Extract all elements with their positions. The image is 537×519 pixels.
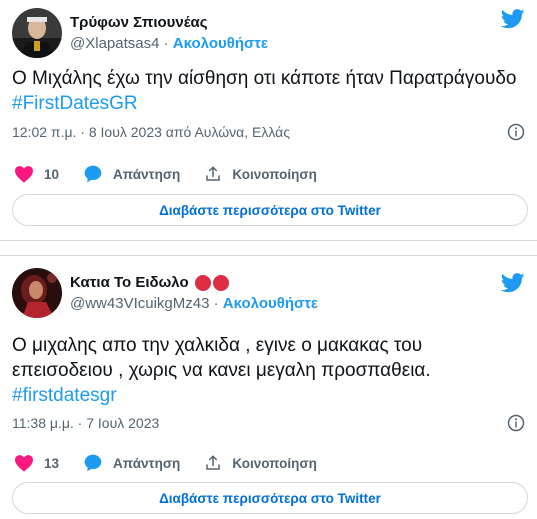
share-icon <box>206 166 221 181</box>
reply-label: Απάντηση <box>113 455 181 471</box>
user-handle[interactable]: @ww43VIcuikgMz43 <box>70 295 209 312</box>
heart-icon <box>15 166 33 183</box>
reply-button[interactable]: Απάντηση <box>83 164 180 184</box>
tweet-actions: 13 Απάντηση Κοινοποίηση <box>14 453 341 473</box>
tweet-text: Ο Μιχάλης έχω την αίσθηση οτι κάποτε ήτα… <box>12 66 525 116</box>
tweet-actions: 10 Απάντηση Κοινοποίηση <box>14 164 341 184</box>
read-more-button[interactable]: Διαβάστε περισσότερα στο Twitter <box>12 482 528 514</box>
tweet-card-1: Τρύφων Σπιουνέας @Xlapatsas4 · Ακολουθήσ… <box>0 0 537 241</box>
twitter-bird-icon[interactable] <box>501 9 525 29</box>
twitter-bird-icon[interactable] <box>501 273 525 293</box>
like-button[interactable]: 10 <box>14 165 59 183</box>
tweet-text-body: Ο μιχαλης απο την χαλκιδα , εγινε ο μακα… <box>12 335 431 381</box>
display-name[interactable]: Κατια Το Ειδωλο <box>70 273 318 293</box>
follow-button[interactable]: Ακολουθήστε <box>173 35 268 52</box>
tweet-timestamp[interactable]: 11:38 μ.μ. · 7 Ιουλ 2023 <box>12 415 159 431</box>
like-button[interactable]: 13 <box>14 454 59 472</box>
reply-bubble-icon <box>84 165 102 183</box>
hashtag-link[interactable]: #firstdatesgr <box>12 385 117 406</box>
avatar[interactable] <box>12 268 62 318</box>
reply-button[interactable]: Απάντηση <box>83 453 180 473</box>
share-icon <box>206 455 221 470</box>
share-label: Κοινοποίηση <box>232 455 317 471</box>
like-count: 10 <box>44 166 60 182</box>
share-button[interactable]: Κοινοποίηση <box>204 454 317 472</box>
red-circle-emoji <box>194 274 231 291</box>
info-icon[interactable] <box>507 123 525 141</box>
info-icon[interactable] <box>507 414 525 432</box>
handle-row: @ww43VIcuikgMz43 · Ακολουθήστε <box>70 294 318 314</box>
display-name-text[interactable]: Κατια Το Ειδωλο <box>70 273 189 293</box>
tweet-timestamp[interactable]: 12:02 π.μ. · 8 Ιουλ 2023 από Αυλώνα, Ελλ… <box>12 124 290 140</box>
share-label: Κοινοποίηση <box>232 166 317 182</box>
display-name-text[interactable]: Τρύφων Σπιουνέας <box>70 13 208 33</box>
tweet-text-body: Ο Μιχάλης έχω την αίσθηση οτι κάποτε ήτα… <box>12 68 517 89</box>
separator-dot: · <box>213 294 223 312</box>
tweet-card-2: Κατια Το Ειδωλο @ww43VIcuikgMz43 · Ακολο… <box>0 255 537 519</box>
avatar[interactable] <box>12 8 62 58</box>
handle-row: @Xlapatsas4 · Ακολουθήστε <box>70 34 268 54</box>
separator-dot: · <box>163 34 173 52</box>
heart-icon <box>15 455 33 472</box>
share-button[interactable]: Κοινοποίηση <box>204 165 317 183</box>
tweet-header: Κατια Το Ειδωλο @ww43VIcuikgMz43 · Ακολο… <box>12 268 318 318</box>
hashtag-link[interactable]: #FirstDatesGR <box>12 93 138 114</box>
reply-bubble-icon <box>84 454 102 472</box>
tweet-text: Ο μιχαλης απο την χαλκιδα , εγινε ο μακα… <box>12 333 525 408</box>
reply-label: Απάντηση <box>113 166 181 182</box>
follow-button[interactable]: Ακολουθήστε <box>223 295 318 312</box>
read-more-button[interactable]: Διαβάστε περισσότερα στο Twitter <box>12 194 528 226</box>
display-name[interactable]: Τρύφων Σπιουνέας <box>70 13 268 33</box>
tweet-header: Τρύφων Σπιουνέας @Xlapatsas4 · Ακολουθήσ… <box>12 8 268 58</box>
like-count: 13 <box>44 455 60 471</box>
user-handle[interactable]: @Xlapatsas4 <box>70 35 159 52</box>
